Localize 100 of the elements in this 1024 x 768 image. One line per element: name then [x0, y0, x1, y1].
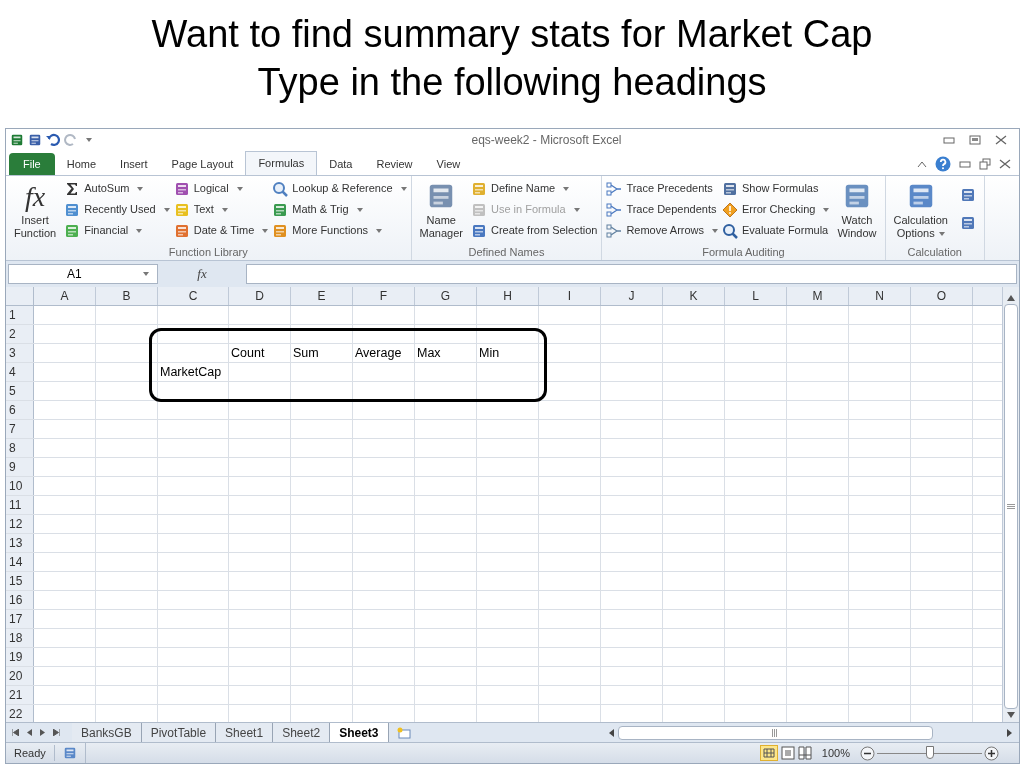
row-header[interactable]: 20 — [6, 667, 34, 685]
ribbon-button[interactable]: Recently Used — [64, 201, 170, 218]
column-header[interactable]: B — [96, 287, 158, 305]
ribbon-button[interactable]: Lookup & Reference — [272, 180, 407, 197]
row-header[interactable]: 10 — [6, 477, 34, 495]
ribbon-button[interactable]: Trace Precedents — [606, 180, 719, 197]
column-header[interactable]: J — [601, 287, 663, 305]
normal-view-icon[interactable] — [759, 745, 778, 761]
collapse-ribbon-icon[interactable] — [917, 160, 927, 168]
formula-icon[interactable]: fx — [162, 264, 242, 284]
name-box[interactable]: A1 — [8, 264, 158, 284]
column-header[interactable]: O — [911, 287, 973, 305]
maximize-icon[interactable] — [969, 135, 981, 145]
ribbon-tab[interactable]: Data — [317, 153, 365, 175]
row-header[interactable]: 6 — [6, 401, 34, 419]
sheet-tab[interactable]: PivotTable — [141, 723, 217, 742]
ribbon-button[interactable]: Show Formulas — [722, 180, 830, 197]
ribbon-tab[interactable]: Home — [54, 153, 109, 175]
ribbon-large-button[interactable]: Calculation Options — [889, 178, 952, 245]
row-header[interactable]: 4 — [6, 363, 34, 381]
zoom-in-icon[interactable] — [984, 745, 999, 761]
row-header[interactable]: 21 — [6, 686, 34, 704]
scroll-down-icon[interactable] — [1007, 712, 1015, 718]
page-break-view-icon[interactable] — [797, 746, 812, 760]
column-header[interactable]: D — [229, 287, 291, 305]
scroll-left-icon[interactable] — [608, 728, 614, 737]
row-header[interactable]: 9 — [6, 458, 34, 476]
scroll-right-icon[interactable] — [1007, 728, 1012, 737]
ribbon-button[interactable]: Evaluate Formula — [722, 222, 830, 239]
zoom-slider[interactable] — [877, 746, 982, 760]
row-header[interactable]: 17 — [6, 610, 34, 628]
column-header[interactable]: I — [539, 287, 601, 305]
sheet-tab[interactable]: BanksGB — [72, 723, 142, 742]
ribbon-large-button[interactable]: Watch Window — [833, 178, 881, 245]
ribbon-tab[interactable]: Insert — [108, 153, 160, 175]
row-header[interactable]: 2 — [6, 325, 34, 343]
column-header[interactable]: A — [34, 287, 96, 305]
row-header[interactable]: 12 — [6, 515, 34, 533]
column-header[interactable]: F — [353, 287, 415, 305]
row-header[interactable]: 15 — [6, 572, 34, 590]
vertical-scrollbar[interactable] — [1002, 287, 1019, 722]
ribbon-large-button[interactable]: Name Manager — [415, 178, 467, 245]
ribbon-button[interactable]: Remove Arrows — [606, 222, 719, 239]
zoom-out-icon[interactable] — [860, 745, 875, 761]
column-header[interactable]: E — [291, 287, 353, 305]
row-header[interactable]: 13 — [6, 534, 34, 552]
row-header[interactable]: 5 — [6, 382, 34, 400]
page-layout-view-icon[interactable] — [780, 746, 795, 760]
ribbon-button[interactable]: AutoSum — [64, 180, 170, 197]
column-header[interactable]: N — [849, 287, 911, 305]
first-sheet-icon[interactable] — [12, 729, 19, 736]
close-icon[interactable] — [999, 159, 1011, 169]
ribbon-button[interactable]: Text — [173, 201, 269, 218]
row-header[interactable]: 14 — [6, 553, 34, 571]
scroll-up-icon[interactable] — [1007, 295, 1015, 301]
ribbon-button[interactable]: Error Checking — [722, 201, 830, 218]
row-header[interactable]: 11 — [6, 496, 34, 514]
ribbon-tab[interactable]: Review — [364, 153, 425, 175]
ribbon-tab[interactable]: Formulas — [245, 151, 318, 175]
minimize-icon[interactable] — [943, 136, 955, 144]
zoom-slider-thumb[interactable] — [925, 746, 934, 759]
close-icon[interactable] — [995, 135, 1007, 145]
ribbon-button[interactable]: Logical — [173, 180, 269, 197]
last-sheet-icon[interactable] — [53, 729, 60, 736]
column-header[interactable]: C — [158, 287, 229, 305]
row-header[interactable]: 16 — [6, 591, 34, 609]
row-header[interactable]: 22 — [6, 705, 34, 722]
column-header[interactable]: H — [477, 287, 539, 305]
ribbon-button[interactable]: Create from Selection — [471, 222, 598, 239]
ribbon-large-button[interactable]: fx Insert Function — [10, 178, 61, 245]
undo-icon[interactable] — [46, 133, 60, 147]
row-header[interactable]: 7 — [6, 420, 34, 438]
row-header[interactable]: 1 — [6, 306, 34, 324]
row-header[interactable]: 8 — [6, 439, 34, 457]
ribbon-button[interactable]: Date & Time — [173, 222, 269, 239]
column-header[interactable]: L — [725, 287, 787, 305]
ribbon-tab[interactable]: File — [9, 153, 55, 175]
row-header[interactable]: 19 — [6, 648, 34, 666]
ribbon-tab[interactable]: Page Layout — [159, 153, 246, 175]
sheet-tab[interactable]: Sheet3 — [330, 723, 389, 742]
row-header[interactable]: 18 — [6, 629, 34, 647]
sheet-tab[interactable]: Sheet2 — [273, 723, 331, 742]
sheet-tab[interactable]: Sheet1 — [216, 723, 274, 742]
formula-input[interactable] — [246, 264, 1017, 284]
ribbon-button[interactable]: More Functions — [272, 222, 407, 239]
ribbon-button[interactable]: Math & Trig — [272, 201, 407, 218]
row-header[interactable]: 3 — [6, 344, 34, 362]
restore-icon[interactable] — [979, 158, 991, 170]
column-header[interactable]: G — [415, 287, 477, 305]
next-sheet-icon[interactable] — [40, 729, 45, 736]
dropdown-caret-icon — [163, 207, 170, 212]
help-icon[interactable] — [935, 156, 951, 172]
ribbon-tab[interactable]: View — [424, 153, 473, 175]
ribbon-button[interactable]: Trace Dependents — [606, 201, 719, 218]
minimize-icon[interactable] — [959, 160, 971, 168]
previous-sheet-icon[interactable] — [27, 729, 32, 736]
column-header[interactable]: M — [787, 287, 849, 305]
ribbon-button[interactable]: Financial — [64, 222, 170, 239]
column-header[interactable]: K — [663, 287, 725, 305]
ribbon-button[interactable]: Define Name — [471, 180, 598, 197]
